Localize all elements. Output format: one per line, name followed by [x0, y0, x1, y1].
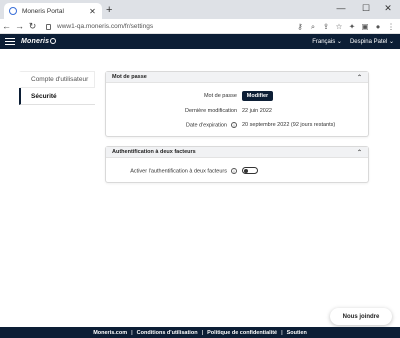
info-icon[interactable]: i	[231, 167, 237, 174]
lock-icon	[46, 23, 51, 30]
bookmark-star-icon[interactable]: ☆	[334, 19, 344, 34]
expiry-label: Date d'expiration	[185, 122, 227, 129]
app-header: Moneris Français ⌄ Despina Patel ⌄	[0, 34, 400, 49]
mfa-card-header[interactable]: Authentification à deux facteurs ⌃	[106, 147, 368, 158]
back-arrow-icon[interactable]: ←	[0, 19, 13, 34]
browser-window: Moneris Portal ✕ + — ☐ ✕ ← → ↻ www1-qa.m…	[0, 0, 400, 338]
footer-link-support[interactable]: Soutien	[287, 330, 307, 336]
new-tab-button[interactable]: +	[106, 4, 112, 16]
language-label: Français	[312, 39, 336, 45]
sidebar-item-security[interactable]: Sécurité	[19, 88, 95, 105]
sidebar-item-label: Sécurité	[31, 92, 57, 100]
footer-link-terms[interactable]: Conditions d'utilisation	[137, 330, 198, 336]
logo-text: Moneris	[21, 38, 50, 45]
toggle-knob	[244, 168, 248, 173]
tab-close-icon[interactable]: ✕	[88, 7, 97, 16]
password-label: Mot de passe	[203, 93, 237, 99]
maximize-icon[interactable]: ☐	[356, 2, 376, 14]
moneris-logo[interactable]: Moneris	[21, 38, 57, 45]
url-text: www1-qa.moneris.com/fr/settings	[57, 23, 154, 30]
zoom-icon[interactable]: ⌕	[308, 19, 318, 34]
info-icon[interactable]: i	[231, 121, 237, 128]
mfa-toggle-switch[interactable]	[242, 167, 258, 174]
password-card-title: Mot de passe	[112, 74, 147, 80]
footer-separator: |	[281, 329, 283, 336]
forward-arrow-icon[interactable]: →	[13, 19, 26, 34]
key-icon[interactable]: ⚷	[295, 19, 305, 34]
last-modified-row: Dernière modification 22 juin 2022	[106, 106, 370, 116]
password-row: Mot de passe Modifier	[106, 91, 370, 101]
chevron-up-icon[interactable]: ⌃	[357, 74, 362, 81]
footer: Moneris.com | Conditions d'utilisation |…	[0, 327, 400, 338]
last-modified-value: 22 juin 2022	[242, 108, 272, 114]
browser-toolbar: ← → ↻ www1-qa.moneris.com/fr/settings ⚷ …	[0, 19, 400, 34]
password-card-header[interactable]: Mot de passe ⌃	[106, 72, 368, 83]
chevron-down-icon: ⌄	[388, 39, 394, 45]
share-icon[interactable]: ⇪	[321, 19, 331, 34]
modify-password-button[interactable]: Modifier	[242, 91, 273, 101]
user-name: Despina Patel	[349, 39, 388, 45]
settings-page: Compte d'utilisateur Sécurité Mot de pas…	[0, 49, 400, 327]
mfa-label-group: Activer l'authentification à deux facteu…	[130, 167, 237, 175]
mfa-card-title: Authentification à deux facteurs	[112, 149, 196, 155]
password-card: Mot de passe ⌃ Mot de passe Modifier Der…	[105, 71, 369, 137]
footer-separator: |	[131, 329, 133, 336]
language-selector[interactable]: Français ⌄	[312, 38, 342, 45]
mfa-card: Authentification à deux facteurs ⌃ Activ…	[105, 146, 369, 183]
minimize-icon[interactable]: —	[331, 2, 351, 14]
logo-mark-icon	[50, 38, 57, 44]
expiry-row: Date d'expiration i 20 septembre 2022 (92…	[106, 120, 370, 130]
footer-separator: |	[201, 329, 204, 336]
browser-tab[interactable]: Moneris Portal ✕	[4, 3, 102, 19]
last-modified-label: Dernière modification	[185, 108, 237, 114]
extensions-icon[interactable]: ✦	[347, 19, 357, 34]
contact-us-button[interactable]: Nous joindre	[330, 308, 392, 325]
address-field[interactable]: www1-qa.moneris.com/fr/settings	[46, 21, 286, 32]
window-close-icon[interactable]: ✕	[378, 2, 398, 14]
settings-sidebar: Compte d'utilisateur Sécurité	[19, 71, 95, 105]
chevron-up-icon[interactable]: ⌃	[357, 149, 362, 156]
hamburger-menu-icon[interactable]	[5, 38, 15, 45]
footer-link-privacy[interactable]: Politique de confidentialité	[207, 330, 277, 336]
user-menu[interactable]: Despina Patel ⌄	[350, 38, 394, 45]
mfa-toggle-label: Activer l'authentification à deux facteu…	[130, 168, 227, 175]
moneris-favicon-icon	[9, 7, 17, 15]
tab-title: Moneris Portal	[22, 7, 64, 15]
browser-tabbar: Moneris Portal ✕ + — ☐ ✕	[0, 0, 400, 19]
profile-icon[interactable]: ●	[373, 19, 383, 34]
chevron-down-icon: ⌄	[336, 39, 342, 45]
sidebar-item-user-account[interactable]: Compte d'utilisateur	[19, 71, 95, 88]
reload-icon[interactable]: ↻	[26, 19, 39, 34]
browser-tools: ⚷ ⌕ ⇪ ☆ ✦ ▣ ● ⋮	[295, 19, 396, 34]
footer-link-moneris[interactable]: Moneris.com	[93, 330, 127, 336]
expiry-label-group: Date d'expiration i	[185, 121, 237, 129]
mfa-toggle-row: Activer l'authentification à deux facteu…	[106, 166, 370, 176]
sidebar-item-label: Compte d'utilisateur	[31, 76, 89, 83]
sidepanel-icon[interactable]: ▣	[360, 19, 370, 34]
expiry-value: 20 septembre 2022 (92 jours restants)	[242, 122, 336, 128]
menu-kebab-icon[interactable]: ⋮	[386, 19, 396, 34]
